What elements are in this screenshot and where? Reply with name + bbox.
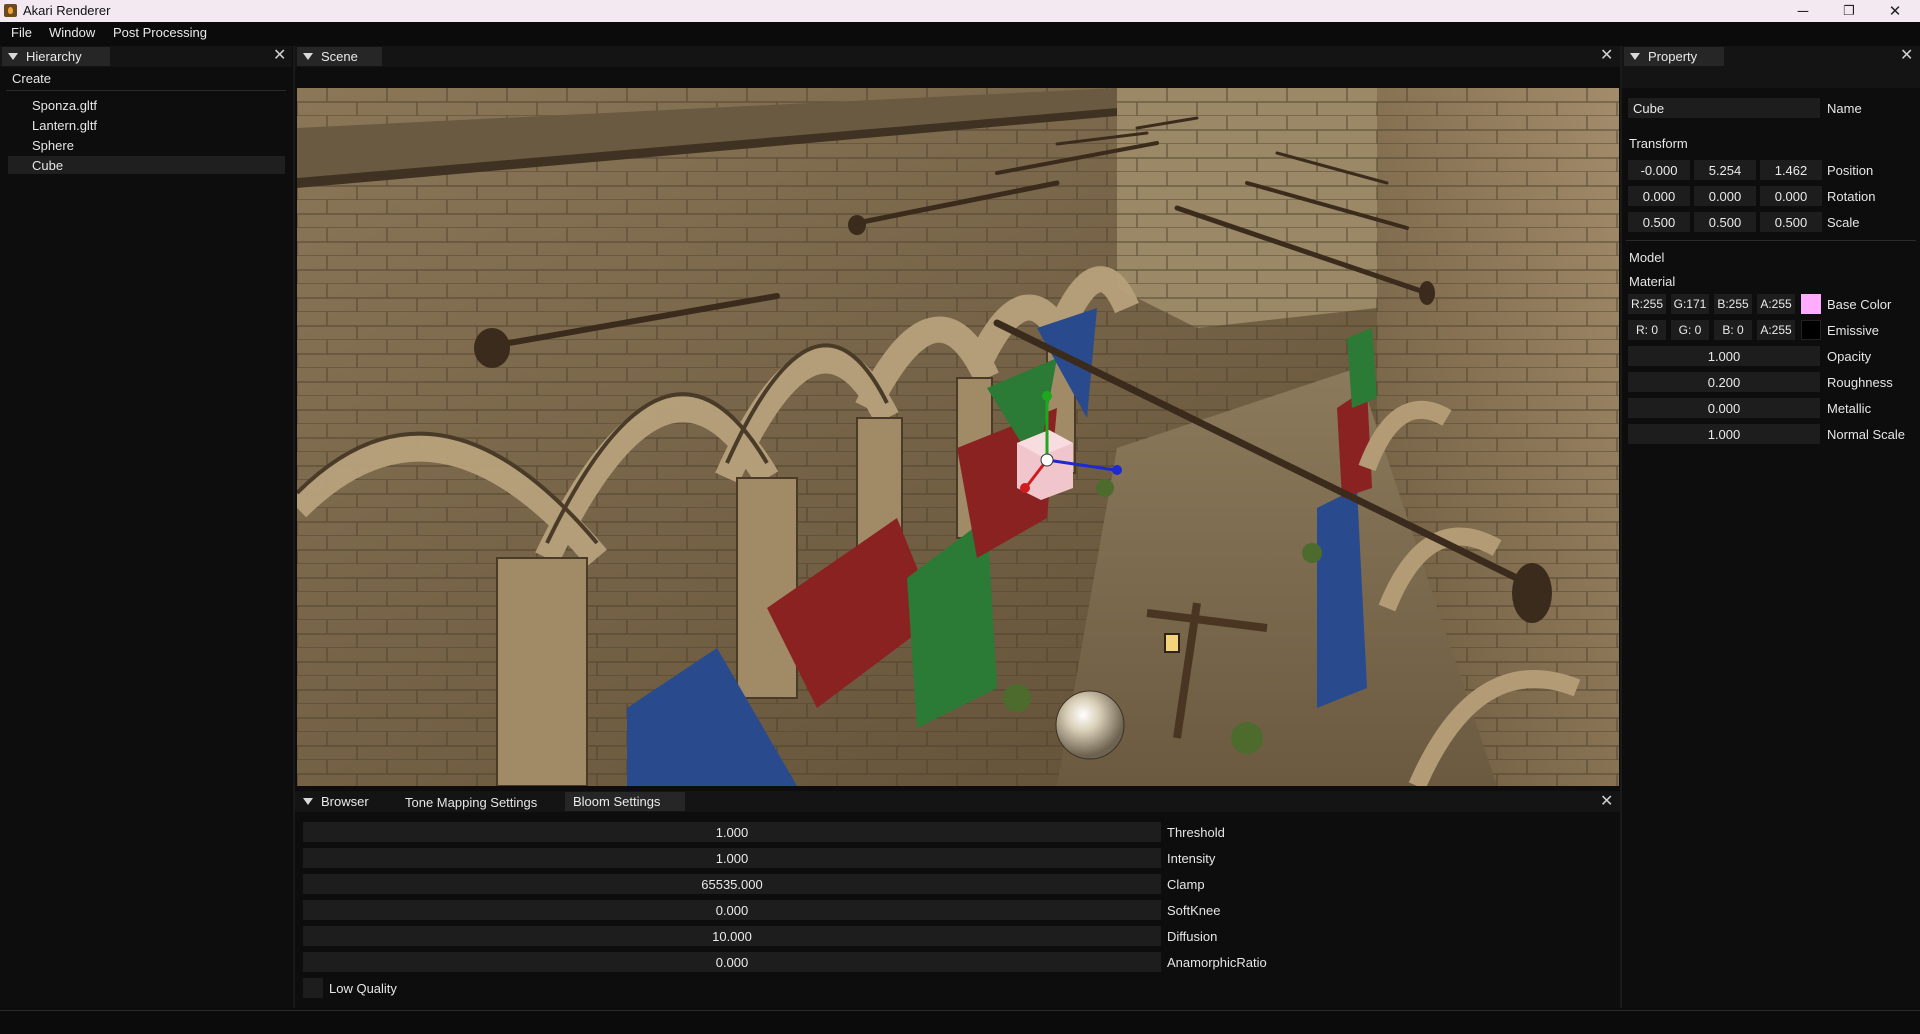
close-window-button[interactable]: ✕ bbox=[1872, 0, 1918, 22]
rendered-scene bbox=[297, 88, 1619, 786]
rotation-label: Rotation bbox=[1827, 189, 1876, 204]
triangle-down-icon[interactable] bbox=[8, 53, 18, 60]
clamp-field[interactable]: 65535.000 bbox=[303, 874, 1161, 894]
position-label: Position bbox=[1827, 163, 1874, 178]
divider bbox=[6, 90, 286, 91]
property-toolbar bbox=[1622, 67, 1920, 88]
threshold-field[interactable]: 1.000 bbox=[303, 822, 1161, 842]
scene-tabbar bbox=[295, 46, 1620, 67]
base-color-b-field[interactable]: B:255 bbox=[1714, 294, 1752, 314]
title-bar bbox=[0, 0, 1920, 22]
emissive-r-field[interactable]: R: 0 bbox=[1628, 320, 1666, 340]
base-color-a-field[interactable]: A:255 bbox=[1757, 294, 1795, 314]
opacity-label: Opacity bbox=[1827, 349, 1872, 364]
base-color-r-field[interactable]: R:255 bbox=[1628, 294, 1666, 314]
rotation-x-field[interactable]: 0.000 bbox=[1628, 186, 1690, 206]
position-x-field[interactable]: -0.000 bbox=[1628, 160, 1690, 180]
emissive-label: Emissive bbox=[1827, 323, 1880, 338]
tab-scene-label: Scene bbox=[321, 49, 358, 64]
softknee-label: SoftKnee bbox=[1167, 903, 1221, 918]
tab-tone-mapping[interactable]: Tone Mapping Settings bbox=[405, 795, 537, 810]
threshold-label: Threshold bbox=[1167, 825, 1225, 840]
emissive-swatch[interactable] bbox=[1801, 320, 1821, 340]
emissive-b-field[interactable]: B: 0 bbox=[1714, 320, 1752, 340]
tab-browser[interactable]: Browser bbox=[297, 792, 397, 811]
tab-hierarchy[interactable]: Hierarchy bbox=[2, 47, 110, 66]
low-quality-checkbox[interactable] bbox=[303, 978, 323, 998]
maximize-button[interactable]: ❐ bbox=[1826, 0, 1872, 22]
list-item-lantern[interactable]: Lantern.gltf bbox=[32, 118, 97, 133]
name-label: Name bbox=[1827, 101, 1862, 116]
scale-y-field[interactable]: 0.500 bbox=[1694, 212, 1756, 232]
position-z-field[interactable]: 1.462 bbox=[1760, 160, 1822, 180]
close-icon[interactable]: ✕ bbox=[1600, 794, 1613, 810]
transform-header[interactable]: Transform bbox=[1629, 136, 1688, 151]
divider bbox=[1626, 240, 1916, 241]
tab-bloom-settings[interactable]: Bloom Settings bbox=[565, 792, 685, 811]
tab-bloom-settings-label: Bloom Settings bbox=[573, 794, 661, 809]
status-bar bbox=[0, 1010, 1920, 1034]
emissive-g-field[interactable]: G: 0 bbox=[1671, 320, 1709, 340]
close-icon[interactable]: ✕ bbox=[273, 48, 286, 64]
scale-label: Scale bbox=[1827, 215, 1860, 230]
model-header[interactable]: Model bbox=[1629, 250, 1664, 265]
opacity-field[interactable]: 1.000 bbox=[1628, 346, 1820, 366]
triangle-down-icon[interactable] bbox=[1630, 53, 1640, 60]
scene-viewport[interactable] bbox=[297, 88, 1619, 786]
menu-post-processing[interactable]: Post Processing bbox=[113, 25, 207, 40]
roughness-field[interactable]: 0.200 bbox=[1628, 372, 1820, 392]
minimize-button[interactable]: ─ bbox=[1780, 0, 1826, 22]
rotation-z-field[interactable]: 0.000 bbox=[1760, 186, 1822, 206]
hierarchy-panel bbox=[0, 46, 292, 1008]
diffusion-label: Diffusion bbox=[1167, 929, 1218, 944]
tab-scene[interactable]: Scene bbox=[297, 47, 382, 66]
triangle-down-icon[interactable] bbox=[303, 798, 313, 805]
akari-flame-icon bbox=[4, 4, 17, 17]
window-title: Akari Renderer bbox=[23, 3, 111, 18]
normal-scale-field[interactable]: 1.000 bbox=[1628, 424, 1820, 444]
anamorphic-ratio-field[interactable]: 0.000 bbox=[303, 952, 1161, 972]
menu-bar bbox=[0, 22, 1920, 44]
material-header[interactable]: Material bbox=[1629, 274, 1675, 289]
scale-z-field[interactable]: 0.500 bbox=[1760, 212, 1822, 232]
close-icon[interactable]: ✕ bbox=[1900, 48, 1913, 64]
softknee-field[interactable]: 0.000 bbox=[303, 900, 1161, 920]
base-color-swatch[interactable] bbox=[1801, 294, 1821, 314]
intensity-field[interactable]: 1.000 bbox=[303, 848, 1161, 868]
triangle-down-icon[interactable] bbox=[303, 53, 313, 60]
base-color-g-field[interactable]: G:171 bbox=[1671, 294, 1709, 314]
tab-property[interactable]: Property bbox=[1624, 47, 1724, 66]
diffusion-field[interactable]: 10.000 bbox=[303, 926, 1161, 946]
rotation-y-field[interactable]: 0.000 bbox=[1694, 186, 1756, 206]
base-color-label: Base Color bbox=[1827, 297, 1892, 312]
menu-window[interactable]: Window bbox=[49, 25, 95, 40]
anamorphic-ratio-label: AnamorphicRatio bbox=[1167, 955, 1267, 970]
name-field[interactable]: Cube bbox=[1628, 98, 1820, 118]
tab-hierarchy-label: Hierarchy bbox=[26, 49, 82, 64]
emissive-a-field[interactable]: A:255 bbox=[1757, 320, 1795, 340]
create-button[interactable]: Create bbox=[12, 71, 51, 86]
metallic-label: Metallic bbox=[1827, 401, 1872, 416]
list-item-cube[interactable]: Cube bbox=[32, 158, 63, 173]
clamp-label: Clamp bbox=[1167, 877, 1205, 892]
position-y-field[interactable]: 5.254 bbox=[1694, 160, 1756, 180]
menu-file[interactable]: File bbox=[11, 25, 32, 40]
tab-property-label: Property bbox=[1648, 49, 1698, 64]
metallic-field[interactable]: 0.000 bbox=[1628, 398, 1820, 418]
tab-browser-label: Browser bbox=[321, 794, 369, 809]
scale-x-field[interactable]: 0.500 bbox=[1628, 212, 1690, 232]
low-quality-label: Low Quality bbox=[329, 981, 397, 996]
intensity-label: Intensity bbox=[1167, 851, 1216, 866]
bottom-panel bbox=[295, 788, 1620, 1008]
list-item-sponza[interactable]: Sponza.gltf bbox=[32, 98, 97, 113]
normal-scale-label: Normal Scale bbox=[1827, 427, 1906, 442]
roughness-label: Roughness bbox=[1827, 375, 1893, 390]
close-icon[interactable]: ✕ bbox=[1600, 48, 1613, 64]
list-item-sphere[interactable]: Sphere bbox=[32, 138, 74, 153]
